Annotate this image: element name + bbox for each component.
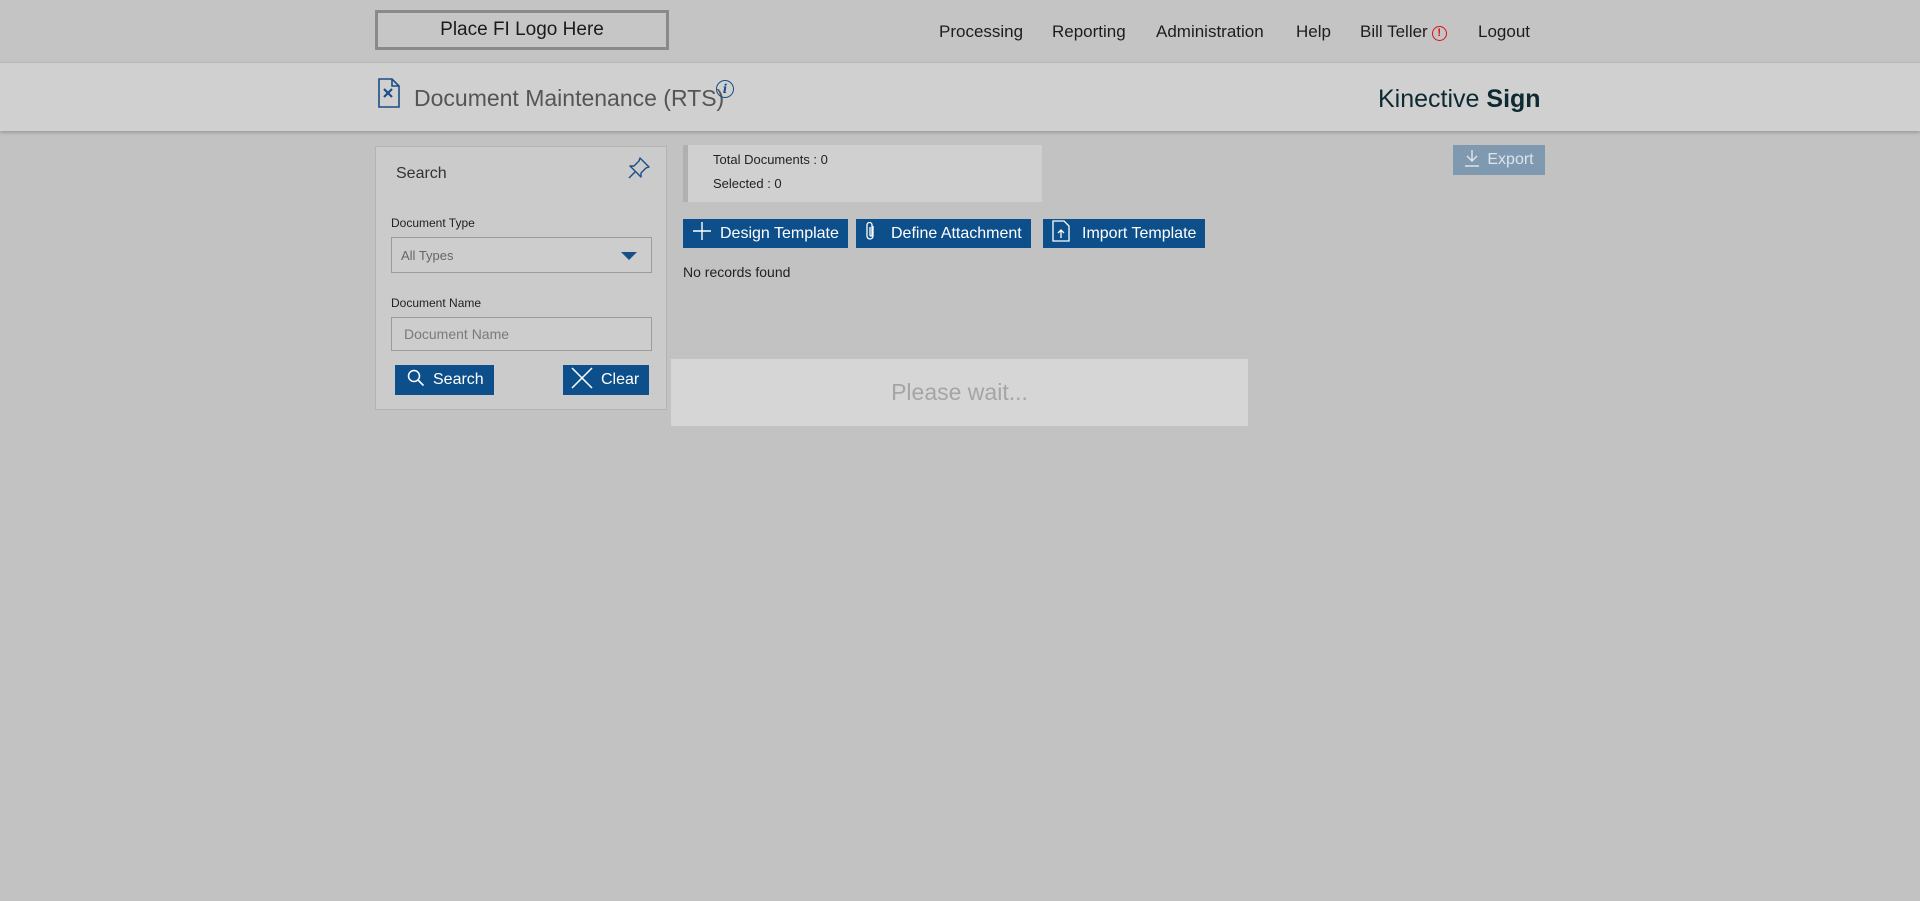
export-button[interactable]: Export — [1453, 145, 1545, 175]
document-type-select[interactable]: All Types — [391, 237, 652, 273]
loading-message: Please wait... — [891, 379, 1028, 405]
selected-count: Selected : 0 — [713, 176, 782, 191]
define-attachment-button[interactable]: Define Attachment — [856, 219, 1031, 248]
search-button-label: Search — [433, 371, 484, 388]
clear-button[interactable]: Clear — [563, 365, 649, 395]
search-panel: Search Document Type All Types Document … — [375, 146, 667, 410]
nav-user-menu[interactable]: Bill Teller! — [1360, 22, 1447, 42]
page-title: Document Maintenance (RTS) — [414, 85, 725, 111]
top-navigation-bar: Place FI Logo Here Processing Reporting … — [0, 0, 1920, 62]
nav-processing[interactable]: Processing — [939, 22, 1023, 42]
design-template-label: Design Template — [720, 224, 839, 242]
file-upload-icon — [1052, 220, 1070, 247]
close-icon — [571, 366, 593, 394]
nav-logout[interactable]: Logout — [1478, 22, 1530, 42]
document-type-label: Document Type — [391, 216, 475, 230]
search-button[interactable]: Search — [395, 365, 494, 395]
brand-name-bold: Sign — [1486, 85, 1541, 113]
page-header: Document Maintenance (RTS) i Kinective S… — [0, 62, 1920, 131]
brand-name-light: Kinective — [1378, 85, 1487, 113]
empty-results-message: No records found — [683, 264, 791, 280]
clear-button-label: Clear — [601, 371, 640, 388]
results-summary: Total Documents : 0 Selected : 0 — [683, 145, 1042, 202]
alert-icon[interactable]: ! — [1431, 26, 1447, 41]
search-panel-title: Search — [396, 165, 447, 182]
plus-icon — [692, 221, 712, 246]
download-icon — [1464, 149, 1480, 172]
design-template-button[interactable]: Design Template — [683, 219, 848, 248]
paperclip-icon — [865, 221, 877, 246]
nav-administration[interactable]: Administration — [1156, 22, 1264, 42]
user-name: Bill Teller — [1360, 22, 1428, 41]
main-nav: Processing Reporting Administration Help… — [0, 22, 1920, 46]
nav-reporting[interactable]: Reporting — [1052, 22, 1126, 42]
nav-help[interactable]: Help — [1296, 22, 1331, 42]
import-template-label: Import Template — [1082, 224, 1197, 242]
document-icon — [377, 78, 401, 113]
define-attachment-label: Define Attachment — [891, 224, 1022, 242]
pin-icon[interactable] — [626, 155, 652, 186]
brand-logo: Kinective Sign — [1378, 85, 1541, 114]
search-icon — [407, 369, 425, 392]
export-button-label: Export — [1487, 151, 1534, 168]
total-documents-count: Total Documents : 0 — [713, 152, 828, 167]
chevron-down-icon — [621, 252, 637, 260]
document-name-input[interactable] — [391, 317, 652, 351]
document-name-label: Document Name — [391, 296, 482, 310]
import-template-button[interactable]: Import Template — [1043, 219, 1206, 248]
loading-overlay: Please wait... — [671, 359, 1248, 426]
info-icon[interactable]: i — [716, 80, 734, 98]
document-type-value: All Types — [401, 248, 454, 263]
